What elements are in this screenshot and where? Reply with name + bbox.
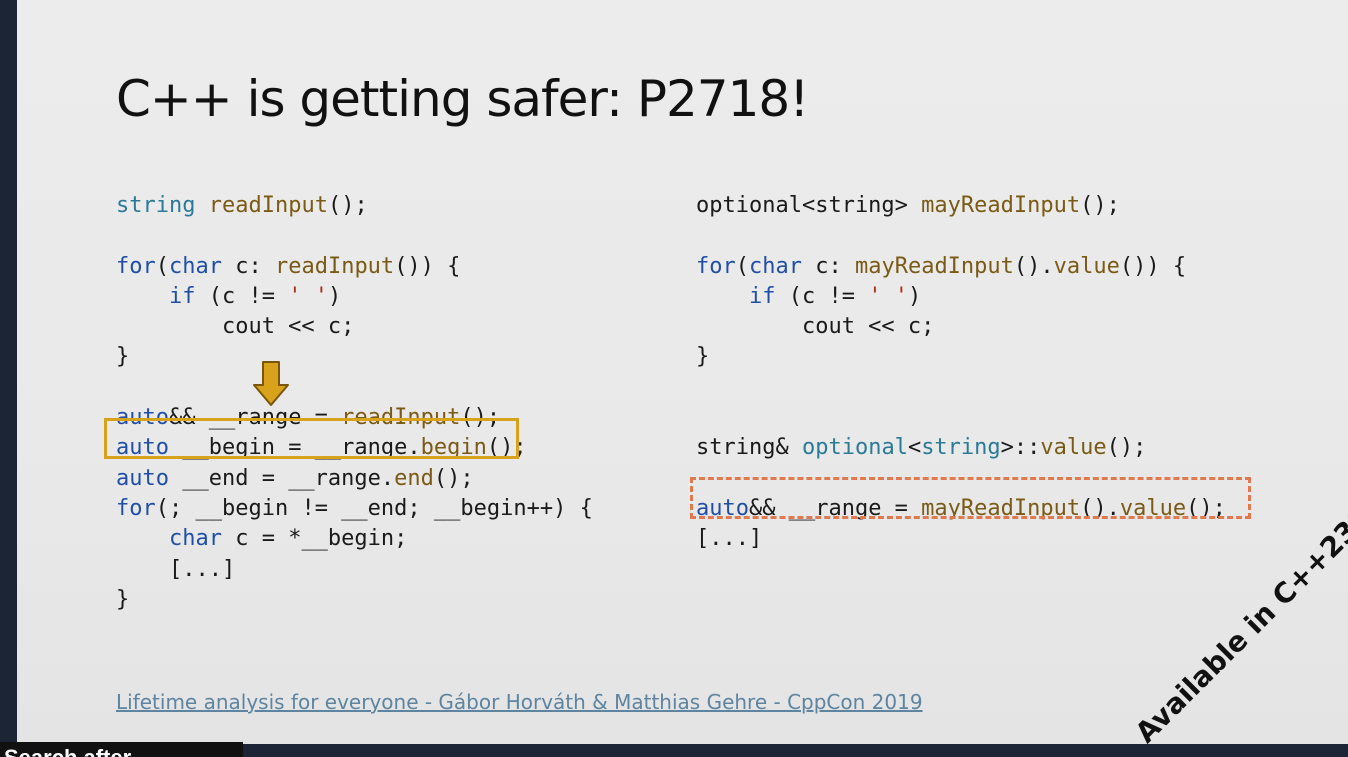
code-line: cout << c; [116,312,593,342]
code-token: } [696,344,710,370]
code-line: for(char c: readInput()) { [116,252,593,282]
code-token: cout << c; [116,314,355,340]
code-token: c = *__begin; [221,526,408,552]
video-frame-left-edge [0,0,17,757]
code-token: [...] [116,556,236,582]
code-token: if [168,283,196,309]
code-token: auto [116,465,169,491]
code-token: string [921,435,1001,461]
code-line: char c = *__begin; [116,524,593,554]
code-token: __end = __range. [168,465,395,491]
code-token: mayReadInput [921,193,1081,218]
code-token: for [116,495,156,521]
left-code-block: string readInput(); for(char c: readInpu… [116,191,593,615]
code-line: string& optional<string>::value(); [696,433,1226,463]
code-line: auto __end = __range.end(); [116,464,593,494]
code-line: for(; __begin != __end; __begin++) { [116,494,593,524]
code-token: ()) { [1119,253,1187,279]
code-line: optional<string> mayReadInput(); [696,191,1226,221]
code-token: mayReadInput [854,253,1014,279]
code-token: value [1053,253,1120,279]
caption-text: Search after [4,745,131,757]
code-token: end [394,465,434,491]
code-token: (c != [775,283,869,309]
code-line: if (c != ' ') [696,282,1226,312]
code-token: (); [433,465,474,491]
code-token: c: [221,253,275,279]
code-token: if [748,283,776,309]
down-arrow-icon [253,361,289,406]
code-token: cout << c; [696,314,935,340]
code-token: optional<string> [696,193,922,218]
code-token: for [696,253,736,279]
code-token: (; __begin != __end; __begin++) { [155,495,593,521]
code-line: cout << c; [696,312,1226,342]
code-token: (); [1080,193,1120,218]
range-highlight-box [104,418,519,459]
code-token: ()) { [394,253,461,279]
code-token: readInput [274,253,395,279]
code-line: string readInput(); [116,191,593,221]
code-token: char [169,253,222,279]
slide-title: C++ is getting safer: P2718! [116,70,809,128]
code-token: < [907,435,922,461]
code-token: ' ' [288,283,328,309]
code-token: >:: [1000,435,1041,461]
code-line: } [696,342,1226,372]
code-token: } [116,586,130,612]
code-token: ( [155,253,169,279]
code-line: for(char c: mayReadInput().value()) { [696,252,1226,282]
code-token: readInput [208,193,328,218]
code-token: ( [735,253,749,279]
code-token: string [116,193,196,218]
code-token: char [749,253,802,279]
code-token: } [116,344,130,370]
code-token: [...] [696,526,763,552]
code-line: [...] [116,555,593,585]
talk-reference-link[interactable]: Lifetime analysis for everyone - Gábor H… [116,690,923,714]
slide: C++ is getting safer: P2718! string read… [17,0,1348,744]
code-token: value [1040,435,1107,461]
code-line: [...] [696,524,1226,554]
code-token: char [168,526,222,552]
code-token: for [116,253,156,279]
code-token: optional [801,435,908,461]
caption-overlay: Search after [0,742,243,757]
code-token: c: [801,253,855,279]
code-line: } [116,585,593,615]
value-range-highlight-box [690,477,1251,519]
code-token: string& [696,435,802,461]
code-token: ) [907,283,922,309]
code-token: ) [327,283,342,309]
code-line: } [116,342,593,372]
code-token: ' ' [868,283,908,309]
code-line: if (c != ' ') [116,282,593,312]
code-token: (); [1106,435,1147,461]
code-token: (); [327,193,368,218]
code-token: (c != [195,283,289,309]
code-token: (). [1013,253,1054,279]
